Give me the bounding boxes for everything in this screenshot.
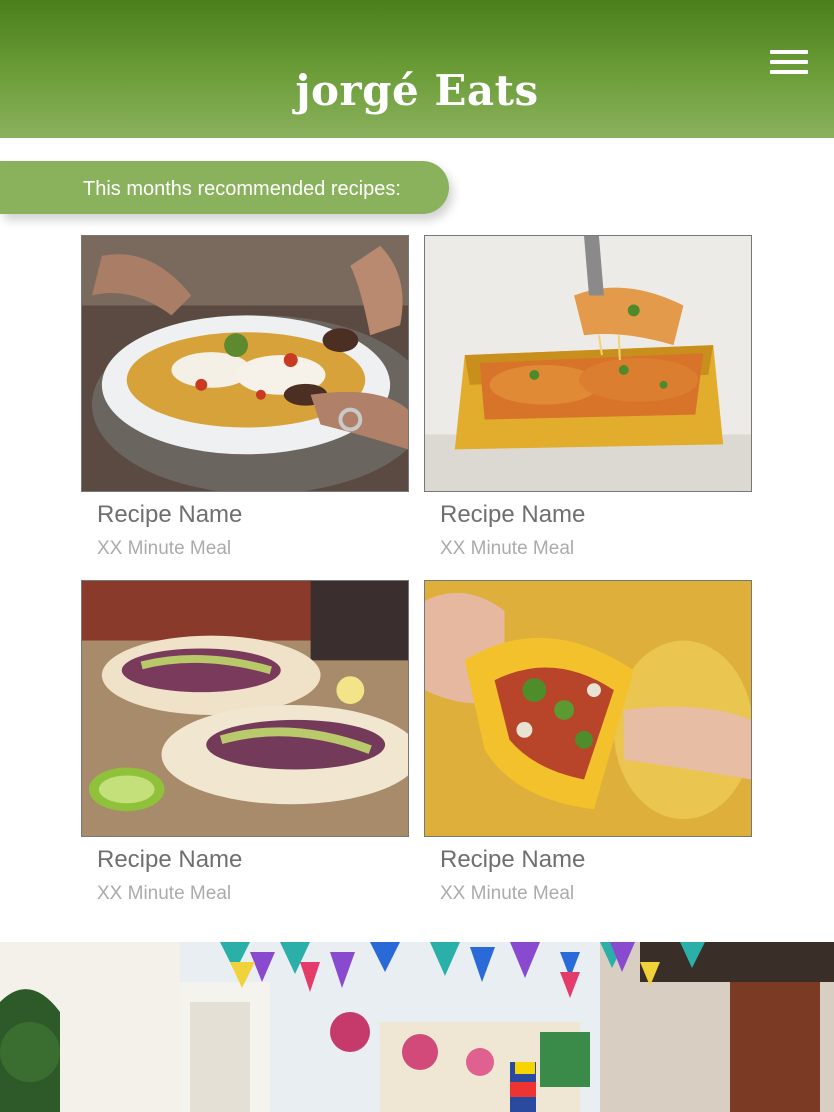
tacos-lime-photo[interactable] [81, 580, 409, 837]
enchiladas-dish-photo[interactable] [424, 235, 752, 492]
recipe-meta: XX Minute Meal [440, 883, 575, 904]
recipe-meta: XX Minute Meal [440, 538, 575, 559]
nachos-plate-photo[interactable] [81, 235, 409, 492]
menu-bar [770, 50, 808, 54]
recommended-banner: This months recommended recipes: [0, 161, 449, 214]
colorful-street-bunting-photo [0, 942, 834, 1112]
brand-title[interactable]: jorgé Eats [0, 66, 834, 115]
menu-bar [770, 60, 808, 64]
menu-bar [770, 70, 808, 74]
recipe-name[interactable]: Recipe Name [440, 501, 585, 529]
app-header: jorgé Eats [0, 0, 834, 138]
recipe-meta: XX Minute Meal [97, 883, 232, 904]
banner-text: This months recommended recipes: [83, 178, 401, 200]
taco-in-hand-photo[interactable] [424, 580, 752, 837]
recipe-name[interactable]: Recipe Name [440, 846, 585, 874]
recipe-name[interactable]: Recipe Name [97, 846, 242, 874]
hamburger-menu-icon[interactable] [770, 50, 808, 76]
recipe-name[interactable]: Recipe Name [97, 501, 242, 529]
recipe-meta: XX Minute Meal [97, 538, 232, 559]
